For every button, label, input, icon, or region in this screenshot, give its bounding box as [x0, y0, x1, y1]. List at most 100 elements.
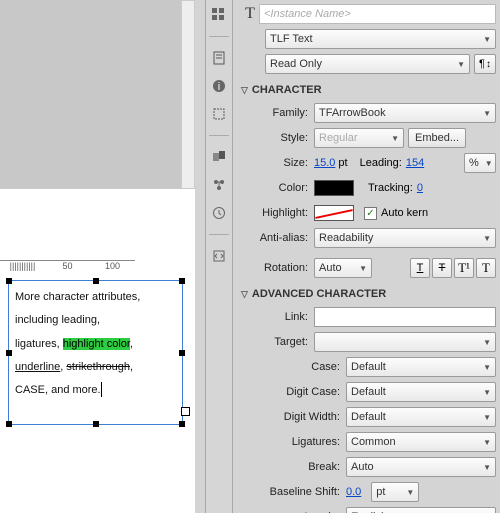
text-frame[interactable]: More character attributes, including lea…	[8, 280, 183, 425]
autokern-checkbox[interactable]: ✓	[364, 207, 377, 220]
digit-case-label: Digit Case:	[241, 386, 346, 398]
text-run-highlight: highlight color	[63, 338, 130, 350]
digit-case-dropdown[interactable]: Default ▼	[346, 382, 496, 402]
case-dropdown[interactable]: Default▼	[346, 357, 496, 377]
baseline-unit-value: pt	[376, 486, 385, 498]
ruler-mark: 100	[90, 260, 135, 272]
digit-case-value: Default	[351, 386, 386, 398]
underline-button[interactable]: T	[410, 258, 430, 278]
font-style-dropdown[interactable]: Regular▼	[314, 128, 404, 148]
ruler-mark: 50	[45, 260, 90, 272]
text-outport[interactable]	[181, 407, 190, 416]
text-engine-dropdown[interactable]: TLF Text▼	[265, 29, 496, 49]
size-unit: pt	[338, 157, 347, 169]
leading-unit-dropdown[interactable]: %▼	[464, 153, 496, 173]
leading-unit-value: %	[469, 157, 479, 169]
resize-handle[interactable]	[179, 350, 185, 356]
style-label: Style:	[241, 132, 314, 144]
antialias-label: Anti-alias:	[241, 232, 314, 244]
text-run-underline: underline	[15, 361, 60, 373]
superscript-button[interactable]: T¹	[454, 258, 474, 278]
highlight-color-swatch[interactable]	[314, 205, 354, 221]
text-color-swatch[interactable]	[314, 180, 354, 196]
break-dropdown[interactable]: Auto ▼	[346, 457, 496, 477]
antialias-value: Readability	[319, 232, 373, 244]
break-label: Break:	[241, 461, 346, 473]
code-snippets-icon[interactable]	[210, 247, 228, 265]
target-dropdown[interactable]: ▼	[314, 332, 496, 352]
baseline-shift-field[interactable]: 0.0	[346, 486, 361, 498]
document-canvas: ||||||||||| 50 100 More character attrib…	[0, 0, 195, 513]
section-title: CHARACTER	[252, 84, 322, 96]
grid-icon[interactable]	[210, 6, 228, 24]
digit-width-value: Default	[351, 411, 386, 423]
baseline-unit-dropdown[interactable]: pt▼	[371, 482, 419, 502]
text-type-value: Read Only	[270, 58, 322, 70]
text-ruler: ||||||||||| 50 100	[0, 260, 180, 272]
case-label: Case:	[241, 361, 346, 373]
tracking-field[interactable]: 0	[417, 182, 423, 194]
pasteboard-area	[0, 0, 190, 189]
font-size-field[interactable]: 15.0	[314, 157, 335, 169]
chevron-down-icon: ▼	[477, 463, 491, 472]
antialias-dropdown[interactable]: Readability▼	[314, 228, 496, 248]
properties-panel: T <Instance Name> TLF Text▼ Read Only▼ ▽…	[233, 0, 500, 513]
resize-handle[interactable]	[6, 421, 12, 427]
autokern-label: Auto kern	[381, 207, 428, 219]
chevron-down-icon: ▼	[385, 134, 399, 143]
resize-handle[interactable]	[179, 421, 185, 427]
text-run: ,	[130, 361, 133, 373]
ligatures-dropdown[interactable]: Common▼	[346, 432, 496, 452]
resize-handle[interactable]	[93, 278, 99, 284]
components-icon[interactable]	[210, 148, 228, 166]
highlight-label: Highlight:	[241, 207, 314, 219]
chevron-down-icon: ▼	[477, 35, 491, 44]
resize-handle[interactable]	[179, 278, 185, 284]
vertical-scrollbar[interactable]	[181, 0, 195, 189]
ligatures-label: Ligatures:	[241, 436, 346, 448]
embed-button[interactable]: Embed...	[408, 128, 466, 148]
chevron-down-icon: ▼	[477, 388, 491, 397]
resize-handle[interactable]	[6, 278, 12, 284]
subscript-button[interactable]: T	[476, 258, 496, 278]
text-run: ,	[130, 338, 133, 350]
twisty-down-icon: ▽	[241, 85, 248, 96]
instance-name-input[interactable]: <Instance Name>	[259, 4, 496, 24]
strikethrough-button[interactable]: T	[432, 258, 452, 278]
text-run: , and more.	[45, 384, 101, 396]
leading-field[interactable]: 154	[406, 157, 424, 169]
text-direction-button[interactable]	[474, 54, 496, 74]
text-run: More character attributes,	[15, 291, 140, 303]
chevron-down-icon: ▼	[477, 363, 491, 372]
rotation-value: Auto	[319, 262, 342, 274]
family-label: Family:	[241, 107, 314, 119]
behaviors-icon[interactable]	[210, 176, 228, 194]
info-icon[interactable]: i	[210, 77, 228, 95]
color-label: Color:	[241, 182, 314, 194]
history-icon[interactable]	[210, 204, 228, 222]
locale-dropdown[interactable]: English▼	[346, 507, 496, 513]
resize-handle[interactable]	[93, 421, 99, 427]
chevron-down-icon: ▼	[353, 264, 367, 273]
text-run-strike: strikethrough	[66, 361, 130, 373]
chevron-down-icon: ▼	[477, 413, 491, 422]
resize-handle[interactable]	[6, 350, 12, 356]
chevron-down-icon: ▼	[477, 338, 491, 347]
text-type-dropdown[interactable]: Read Only▼	[265, 54, 470, 74]
library-icon[interactable]	[210, 49, 228, 67]
leading-label: Leading:	[360, 157, 402, 169]
character-section-header[interactable]: ▽ CHARACTER	[241, 78, 496, 99]
rotation-dropdown[interactable]: Auto ▼	[314, 258, 372, 278]
font-family-dropdown[interactable]: TFArrowBook▼	[314, 103, 496, 123]
rotation-label: Rotation:	[241, 262, 314, 274]
twisty-down-icon: ▽	[241, 289, 248, 300]
transform-icon[interactable]	[210, 105, 228, 123]
advanced-character-section-header[interactable]: ▽ ADVANCED CHARACTER	[241, 282, 496, 303]
digit-width-dropdown[interactable]: Default ▼	[346, 407, 496, 427]
break-value: Auto	[351, 461, 374, 473]
ruler-mark: |||||||||||	[0, 260, 45, 272]
ligatures-value: Common	[351, 436, 396, 448]
section-title: ADVANCED CHARACTER	[252, 288, 386, 300]
link-input[interactable]	[314, 307, 496, 327]
text-content[interactable]: More character attributes, including lea…	[9, 281, 182, 405]
